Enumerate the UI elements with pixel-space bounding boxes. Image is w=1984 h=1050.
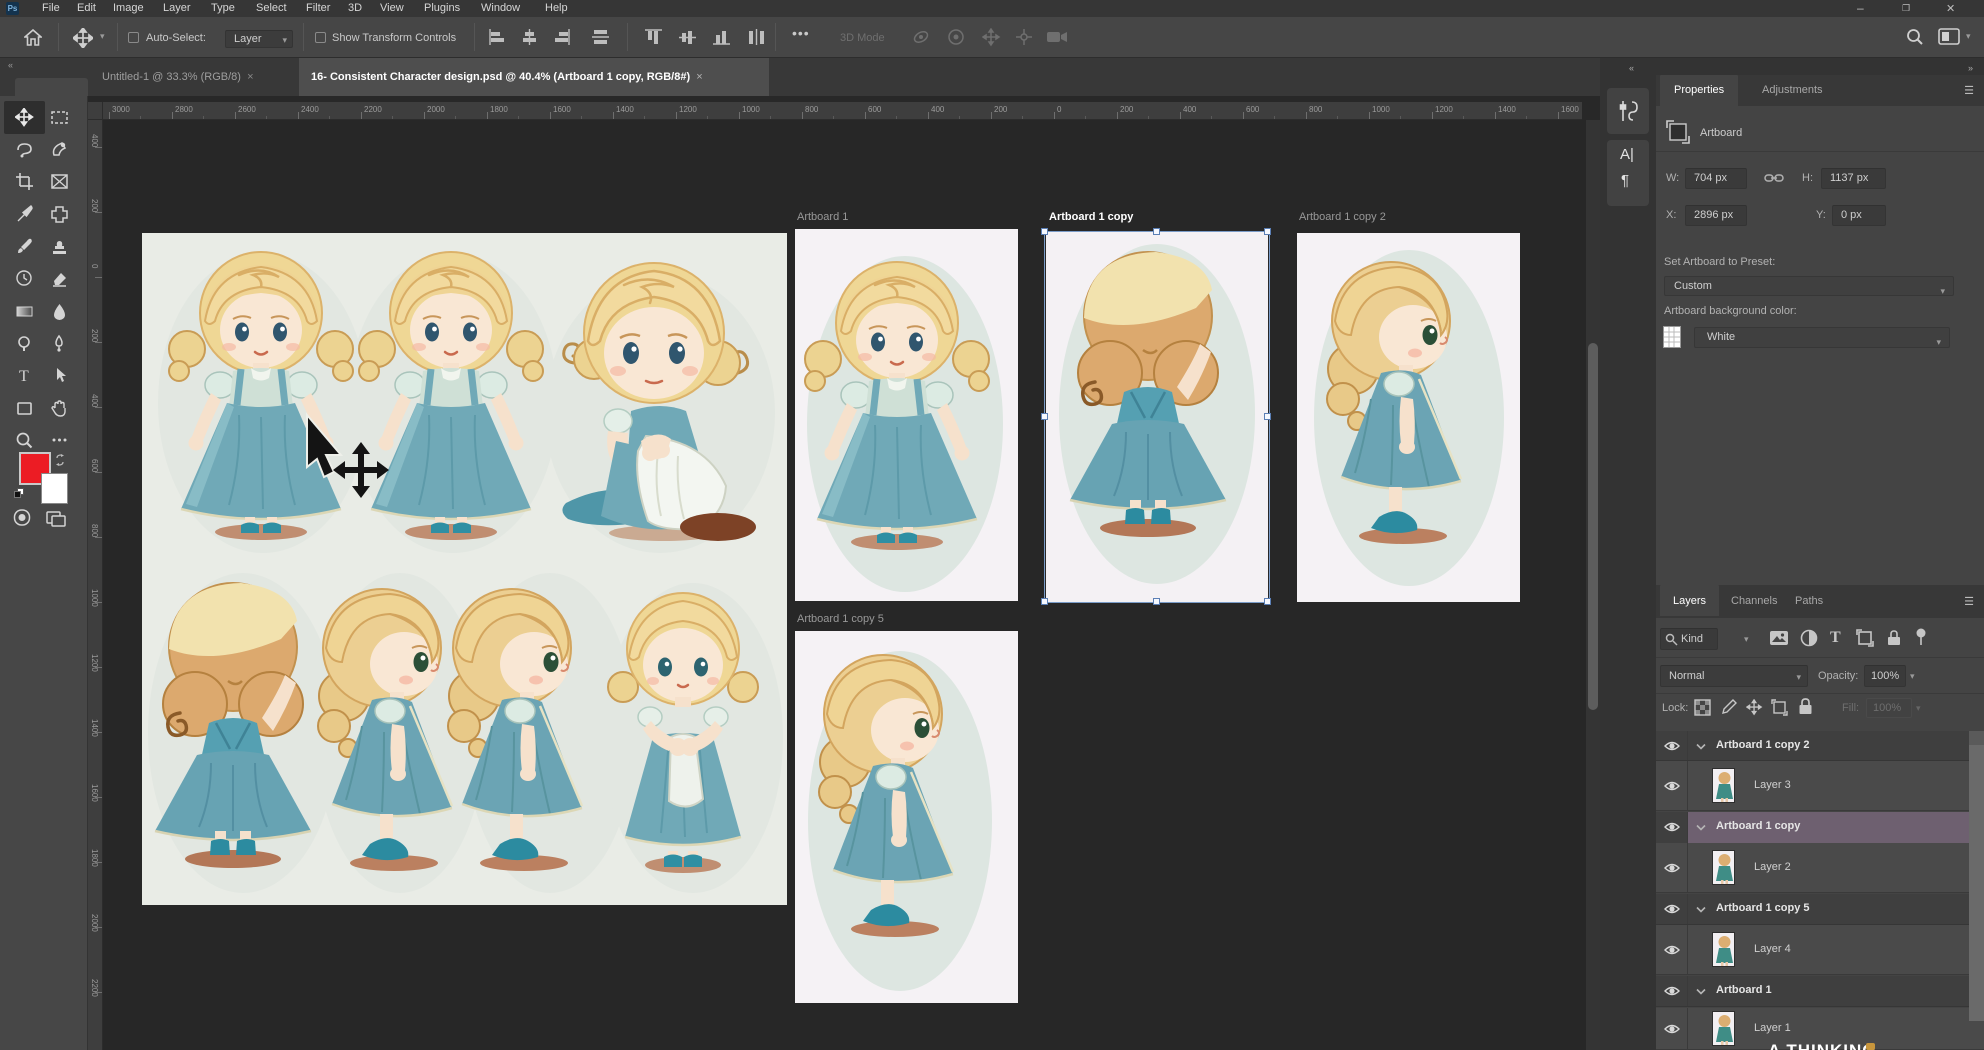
svg-text:T: T — [19, 368, 29, 385]
